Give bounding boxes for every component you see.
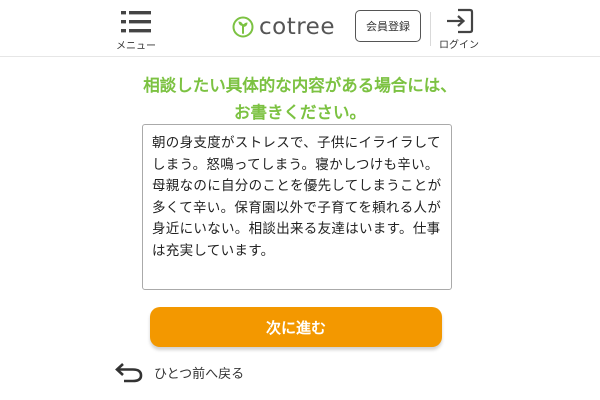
menu-label: メニュー (116, 41, 156, 52)
next-button[interactable]: 次に進む (150, 307, 442, 347)
heading-line-2: お書きください。 (234, 103, 366, 122)
menu-button[interactable]: メニュー (112, 10, 160, 54)
page-heading: 相談したい具体的な内容がある場合には、 お書きください。 (100, 72, 500, 126)
hamburger-icon (121, 11, 151, 33)
login-arrow-icon (447, 8, 474, 34)
undo-arrow-icon (115, 363, 143, 383)
page: メニュー cotree 会員登録 ログイン 相談したい具体的な内容がある場合には… (0, 0, 600, 400)
header-divider (430, 12, 431, 46)
back-link[interactable]: ひとつ前へ戻る (114, 360, 244, 384)
heading-line-1: 相談したい具体的な内容がある場合には、 (143, 76, 457, 95)
sprout-icon (232, 16, 254, 38)
logo-text: cotree (259, 14, 335, 40)
login-button[interactable]: ログイン (436, 8, 482, 52)
register-button[interactable]: 会員登録 (355, 10, 421, 42)
header: メニュー cotree 会員登録 ログイン (0, 0, 600, 57)
back-label: ひとつ前へ戻る (154, 366, 245, 382)
login-label: ログイン (439, 40, 479, 51)
logo[interactable]: cotree (232, 12, 335, 42)
consultation-textarea[interactable]: 朝の身支度がストレスで、子供にイライラしてしまう。怒鳴ってしまう。寝かしつけも辛… (142, 124, 452, 290)
